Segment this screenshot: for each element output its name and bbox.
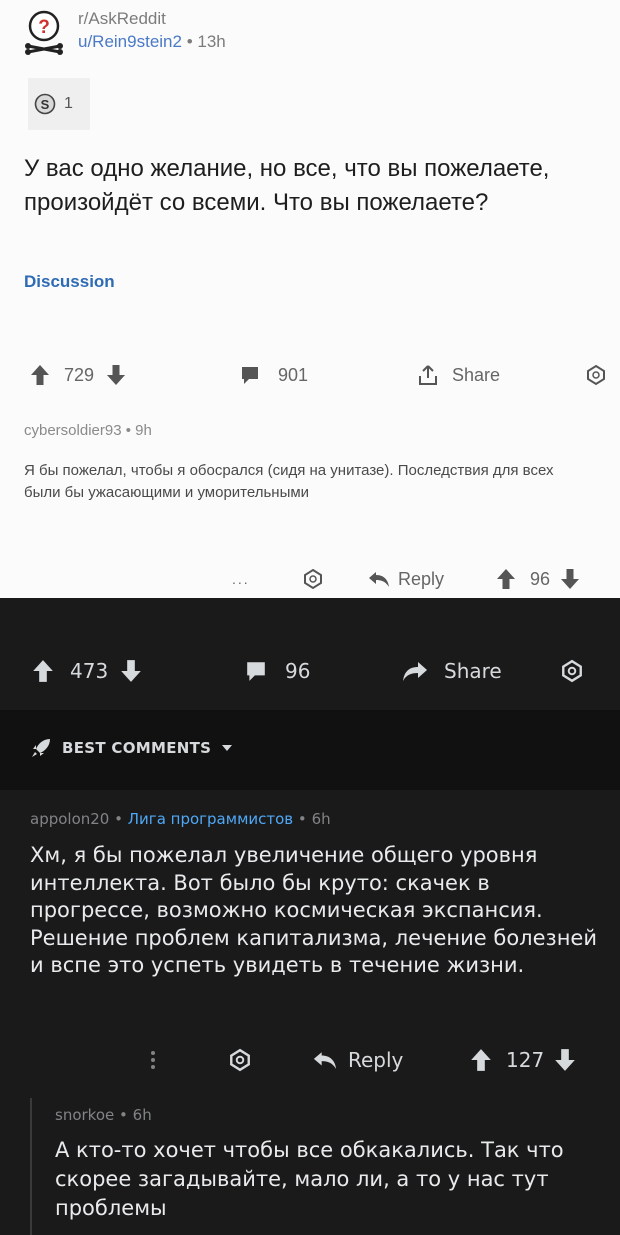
comment-icon [242,367,258,384]
outer-share-label: Share [444,659,502,683]
award-count: 1 [64,95,73,112]
subreddit-avatar-icon: ? [25,10,63,55]
award-outline-icon [230,1048,250,1072]
post-age: 13h [197,32,226,51]
thread-line[interactable] [30,1098,32,1235]
meta-separator: • [297,810,307,828]
downvote-icon[interactable] [120,659,142,683]
embedded-screenshot: ? r/AskReddit u/Rein9stein2 • 13h S 1 У … [0,0,620,598]
embedded-vote-group: 96 [496,562,580,596]
comment-community[interactable]: Лига программистов [128,810,293,828]
comment-author[interactable]: appolon20 [30,810,109,828]
chevron-down-icon [222,745,233,751]
downvote-icon[interactable] [560,568,580,590]
comment-vote-count: 127 [506,1048,545,1072]
meta-separator: • [114,810,123,828]
subreddit-name[interactable]: r/AskReddit [78,8,226,30]
comment-reply-label: Reply [348,1048,404,1072]
comment-body: Хм, я бы пожелал увеличение общего уровн… [30,843,597,978]
award-outline-icon [562,659,582,683]
share-icon [419,365,437,385]
comment-award-button[interactable] [228,1040,252,1080]
meta-separator: • [119,1106,128,1124]
meta-separator: • [186,32,193,51]
downvote-icon[interactable] [106,364,126,386]
post-award-button[interactable] [585,355,607,395]
more-options-icon[interactable] [150,1040,156,1080]
rocket-icon [32,739,50,757]
comment-action-bar: Reply 127 [0,1040,620,1080]
reply-icon [313,1052,337,1069]
post-flair[interactable]: Discussion [24,272,115,292]
post-vote-group: 729 [30,355,126,395]
embedded-comment-body: Я бы пожелал, чтобы я обосрался (сидя на… [24,462,554,501]
reply-meta: snorkoe • 6h [55,1106,152,1124]
outer-post-action-bar: 473 96 Share [0,640,620,702]
sort-selector[interactable]: BEST COMMENTS [30,737,233,759]
post-title[interactable]: У вас одно желание, но все, что вы пожел… [24,152,604,220]
award-badge[interactable]: S 1 [28,78,90,130]
svg-text:?: ? [38,17,50,38]
post-vote-count: 729 [64,364,95,385]
post-share-button[interactable]: Share [418,355,500,395]
upvote-icon[interactable] [496,568,516,590]
embedded-comment-age: 9h [135,422,152,439]
outer-comment-count: 96 [285,659,311,683]
embedded-comment-actions: ... Reply 96 [0,562,620,596]
more-options-icon[interactable]: ... [232,562,250,596]
comment-meta: appolon20 • Лига программистов • 6h [30,810,331,828]
post-action-bar: 729 901 Share [0,355,620,395]
upvote-icon[interactable] [470,1048,492,1072]
comment-icon [247,662,265,681]
upvote-icon[interactable] [32,659,54,683]
post-header: ? r/AskReddit u/Rein9stein2 • 13h [22,6,226,56]
embedded-reply-button[interactable]: Reply [368,562,444,596]
award-outline-icon [587,364,605,386]
post-share-label: Share [452,364,501,385]
meta-separator: • [125,422,131,439]
embedded-vote-count: 96 [530,568,551,589]
embedded-comment-author: cybersoldier93 [24,422,122,439]
comment-vote-group: 127 [470,1040,576,1080]
share-arrow-icon [403,662,427,681]
outer-vote-count: 473 [70,659,109,683]
downvote-icon[interactable] [554,1048,576,1072]
outer-comments-button[interactable]: 96 [245,640,310,702]
sort-label: BEST COMMENTS [62,739,212,757]
reply-body: А кто-то хочет чтобы все обкакались. Так… [55,1138,564,1220]
embedded-comment-meta: cybersoldier93 • 9h [24,422,152,439]
upvote-icon[interactable] [30,364,50,386]
outer-vote-group: 473 [32,640,142,702]
outer-award-button[interactable] [560,640,584,702]
reply-author[interactable]: snorkoe [55,1106,114,1124]
svg-text:S: S [41,97,50,112]
comment-age: 6h [311,810,331,828]
post-comments-button[interactable]: 901 [240,355,308,395]
comment-reply-button[interactable]: Reply [312,1040,403,1080]
reply-age: 6h [132,1106,152,1124]
award-outline-icon [304,568,322,590]
post-author[interactable]: u/Rein9stein2 [78,32,182,51]
reply-icon [369,572,389,587]
post-comment-count: 901 [278,364,309,385]
silver-award-icon: S [34,93,56,115]
embedded-reply-label: Reply [398,568,445,589]
outer-share-button[interactable]: Share [402,640,502,702]
embedded-award-button[interactable] [302,562,324,596]
